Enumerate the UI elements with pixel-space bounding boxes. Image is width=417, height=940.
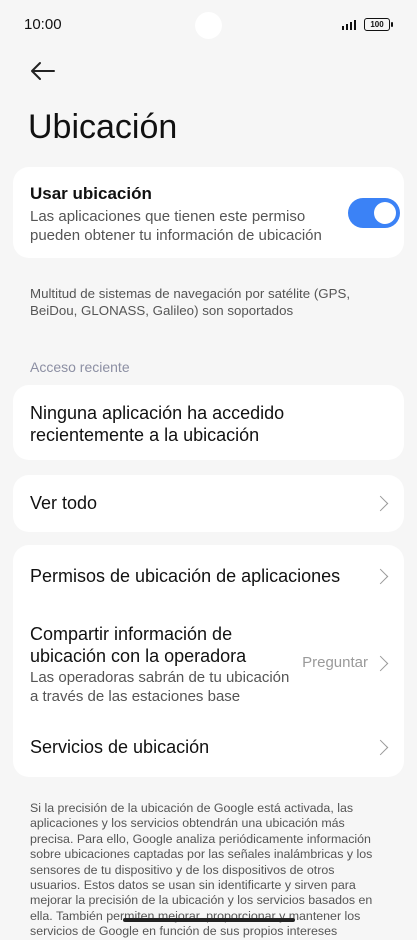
use-location-toggle[interactable] <box>348 198 400 228</box>
location-services-label: Servicios de ubicación <box>30 737 210 757</box>
recent-access-card: Ninguna aplicación ha accedido recientem… <box>13 385 404 460</box>
chevron-right-icon <box>372 568 389 585</box>
toggle-knob <box>374 202 396 224</box>
use-location-row[interactable]: Usar ubicación Las aplicaciones que tien… <box>13 167 404 258</box>
carrier-location-share-value: Preguntar <box>302 654 368 671</box>
page-title: Ubicación <box>28 108 178 146</box>
see-all-label: Ver todo <box>30 493 98 513</box>
chevron-right-icon <box>372 739 389 756</box>
chevron-right-icon <box>372 655 389 672</box>
signal-icon <box>342 20 356 30</box>
location-settings-card: Permisos de ubicación de aplicaciones Co… <box>13 545 404 777</box>
gnss-support-note: Multitud de sistemas de navegación por s… <box>30 286 351 318</box>
use-location-subtitle: Las aplicaciones que tienen este permiso… <box>30 208 322 244</box>
chevron-right-icon <box>372 495 389 512</box>
recent-access-label: Acceso reciente <box>30 359 130 375</box>
battery-icon: 100 <box>364 18 393 31</box>
recent-access-empty: Ninguna aplicación ha accedido recientem… <box>30 403 285 445</box>
status-time: 10:00 <box>24 16 62 33</box>
home-indicator[interactable] <box>123 918 295 922</box>
use-location-title: Usar ubicación <box>30 184 152 203</box>
carrier-location-share-title: Compartir información de ubicación con l… <box>30 624 247 666</box>
battery-level: 100 <box>370 20 384 29</box>
status-bar: 10:00 100 <box>0 0 417 52</box>
carrier-location-share-row[interactable]: Compartir información de ubicación con l… <box>13 611 404 715</box>
back-button[interactable] <box>28 58 58 84</box>
see-all-row[interactable]: Ver todo <box>13 475 404 532</box>
app-location-permissions-label: Permisos de ubicación de aplicaciones <box>30 566 341 586</box>
app-location-permissions-row[interactable]: Permisos de ubicación de aplicaciones <box>13 545 404 607</box>
arrow-left-icon <box>31 62 55 80</box>
carrier-location-share-subtitle: Las operadoras sabrán de tu ubicación a … <box>30 669 290 705</box>
front-camera-cutout <box>195 12 222 39</box>
location-services-row[interactable]: Servicios de ubicación <box>13 723 404 777</box>
